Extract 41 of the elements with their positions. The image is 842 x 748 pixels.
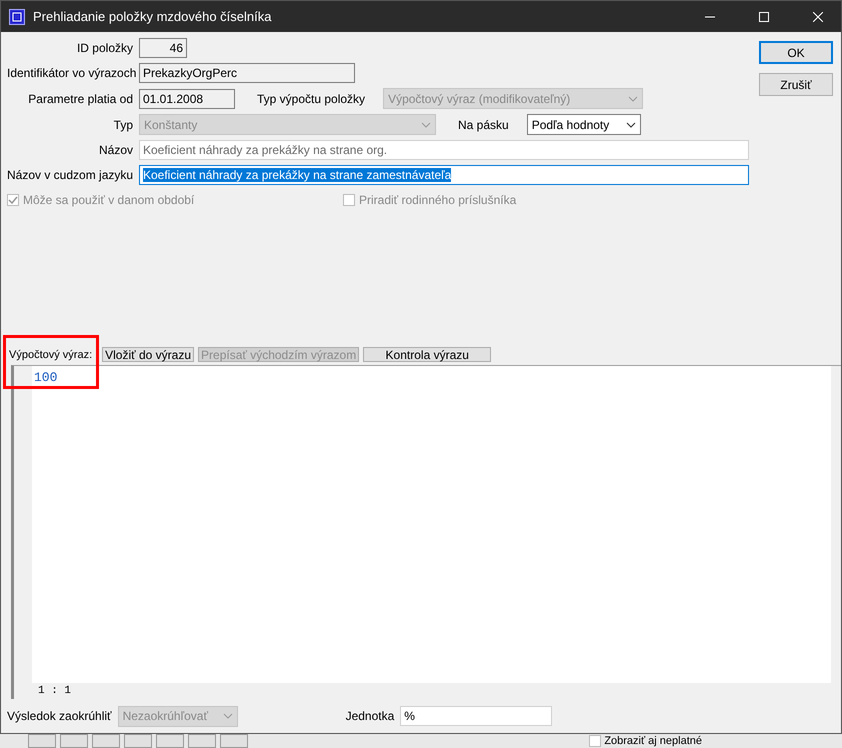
expression-label: Výpočtový výraz: — [9, 348, 92, 360]
field-label: Typ — [112, 118, 133, 132]
field-label: Parametre platia od — [27, 92, 133, 106]
code-text: 100 — [32, 366, 831, 683]
nav-button[interactable] — [124, 734, 152, 748]
nav-button[interactable] — [220, 734, 248, 748]
dropdown-caret-icon — [628, 96, 638, 102]
app-icon — [9, 8, 25, 24]
cursor-position: 1 : 1 — [37, 684, 72, 699]
identifier-field[interactable]: PrekazkyOrgPerc — [139, 63, 355, 83]
foreign-name-field[interactable]: Koeficient náhrady za prekážky na strane zamestnávateľa — [139, 165, 749, 185]
nav-button[interactable] — [92, 734, 120, 748]
field-label: ID položky — [76, 41, 133, 55]
dropdown-caret-icon — [222, 713, 233, 719]
field-label: Výsledok zaokrúhliť — [7, 709, 112, 723]
field-label: Názov — [98, 143, 133, 157]
payslip-dropdown[interactable]: Podľa hodnoty — [526, 114, 641, 135]
name-field[interactable]: Koeficient náhrady za prekážky na strane org. — [139, 140, 749, 160]
checkmark-icon — [8, 195, 18, 205]
nav-button[interactable] — [156, 734, 184, 748]
unit-field[interactable]: % — [400, 706, 552, 726]
code-editor[interactable]: 100 1 : 1 — [11, 365, 841, 699]
field-label: Názov v cudzom jazyku — [7, 168, 133, 182]
nav-button[interactable] — [60, 734, 88, 748]
field-label: Jednotka — [346, 709, 394, 723]
maximize-icon — [759, 12, 769, 22]
id-field[interactable]: 46 — [139, 38, 187, 58]
toolbar-button[interactable]: Kontrola výrazu — [363, 347, 492, 362]
toolbar-button[interactable]: Vložiť do výrazu — [102, 347, 194, 362]
dialog-button[interactable]: Zrušiť — [759, 73, 833, 96]
close-icon — [813, 12, 823, 22]
nav-button[interactable] — [188, 734, 216, 748]
dialog-button[interactable]: OK — [759, 41, 833, 64]
field-label: Typ výpočtu položky — [256, 92, 366, 106]
date-field[interactable]: 01.01.2008 — [139, 88, 235, 108]
nav-button[interactable] — [28, 734, 56, 748]
checkbox[interactable]: Zobraziť aj neplatné — [589, 735, 702, 747]
dropdown-caret-icon — [421, 122, 431, 128]
window-title: Prehliadanie položky mzdového číselníka — [33, 9, 272, 24]
dropdown-caret-icon — [626, 122, 636, 128]
field-label: Na pásku — [457, 118, 510, 132]
